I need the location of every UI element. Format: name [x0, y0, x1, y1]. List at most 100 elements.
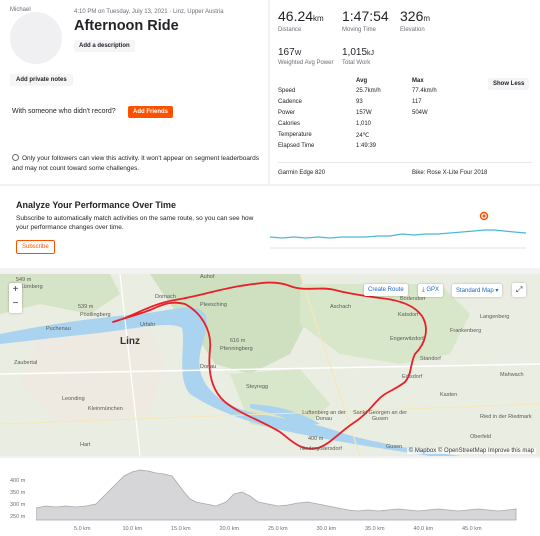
add-private-notes-button[interactable]: Add private notes [10, 74, 73, 86]
map-label: 616 m [230, 338, 246, 344]
map-label: Luftenberg an der Donau [302, 410, 346, 422]
stat-value: 1:47:54 [342, 8, 389, 24]
stat-row-avg: 25.7km/h [356, 88, 381, 94]
stat-row-avg: 24℃ [356, 133, 370, 139]
performance-card: Analyze Your Performance Over Time Subsc… [0, 186, 540, 268]
activity-summary-card: Michael 4:10 PM on Tuesday, July 13, 202… [0, 0, 268, 184]
elevation-area [36, 469, 517, 521]
fullscreen-button[interactable]: ⤢ [512, 283, 527, 297]
stat-row-max: 117 [412, 99, 422, 105]
activity-title[interactable]: Afternoon Ride [74, 18, 179, 34]
subscribe-button[interactable]: Subscribe [16, 240, 55, 254]
stat-row-label: Speed [278, 88, 296, 94]
stat-value: 326 [400, 8, 424, 24]
stats-card: 46.24km Distance 1:47:54 Moving Time 326… [270, 0, 540, 184]
map-label: 400 m [308, 436, 324, 442]
map-label: Dornach [155, 294, 176, 300]
gpx-label: GPX [426, 287, 439, 293]
elevation-chart[interactable]: 400 m 350 m 300 m 250 m 5.0 km 10.0 km 15.0 k… [0, 458, 540, 536]
stat-weighted-power: 167W Weighted Avg Power [278, 42, 334, 67]
elevation-x-tick: 10.0 km [122, 526, 143, 532]
map-label: Auhof [200, 274, 215, 280]
stat-value: 1,015 [342, 47, 368, 58]
map-label: Steyregg [246, 384, 269, 390]
create-route-button[interactable]: Create Route [364, 284, 408, 296]
stat-row-avg: 93 [356, 99, 363, 105]
zoom-in-button[interactable]: + [9, 283, 22, 297]
map-label: Pfenningberg [220, 346, 253, 352]
map-label: Engerwitzdorf [390, 336, 424, 342]
stat-row-avg: 157W [356, 110, 372, 116]
map-label: Pleesching [200, 302, 227, 308]
zoom-control: + − [9, 283, 22, 313]
stat-row-label: Elapsed Time [278, 143, 315, 149]
gpx-button[interactable]: ⤓ GPX [418, 284, 443, 297]
performance-text: Subscribe to automatically match activit… [16, 215, 254, 231]
elevation-profile [36, 469, 517, 521]
no-record-text: With someone who didn't record? [12, 108, 116, 115]
map-label: Kasten [440, 392, 458, 398]
map-type-label: Standard Map [456, 288, 494, 294]
performance-marker-center [482, 214, 486, 218]
map-label: 539 m [78, 304, 94, 310]
map-label: Kürnberg [20, 284, 43, 290]
map-label: Zaubertal [14, 360, 38, 366]
performance-line [269, 229, 527, 239]
stat-unit: kJ [367, 50, 375, 57]
stat-value: 46.24 [278, 8, 314, 24]
route-map[interactable]: 549 m Kürnberg Puchenau Pöstlingberg 539… [0, 274, 540, 456]
stat-row-label: Temperature [278, 132, 312, 138]
stat-distance: 46.24km Distance [278, 8, 324, 33]
bike-name: Bike: Rose X-Lite Four 2018 [412, 170, 488, 176]
add-friends-button[interactable]: Add Friends [128, 106, 174, 118]
add-description-button[interactable]: Add a description [74, 40, 135, 52]
privacy-note: Only your followers can view this activi… [12, 154, 262, 174]
stat-unit: km [313, 14, 324, 23]
zoom-out-button[interactable]: − [9, 297, 22, 311]
create-route-label: Create Route [368, 287, 404, 293]
elevation-x-tick: 20.0 km [219, 526, 240, 532]
stat-label: Weighted Avg Power [278, 60, 334, 66]
show-less-button[interactable]: Show Less [488, 78, 530, 90]
elevation-y-tick: 300 m [10, 502, 26, 508]
elevation-x-tick: 40.0 km [413, 526, 434, 532]
avatar[interactable] [10, 12, 62, 64]
map-label: Aschach [330, 304, 352, 310]
map-canvas[interactable] [0, 274, 540, 456]
column-header-max: Max [412, 78, 424, 84]
activity-meta: 4:10 PM on Tuesday, July 13, 2021 · Linz… [74, 9, 224, 15]
stat-row-max: 77.4km/h [412, 88, 437, 94]
map-label-city: Linz [120, 336, 140, 347]
performance-preview-chart [269, 211, 527, 249]
stat-label: Total Work [342, 60, 371, 66]
elevation-y-tick: 400 m [10, 478, 26, 484]
map-label: Ried in der Riedmark [480, 414, 532, 420]
elevation-x-tick: 35.0 km [365, 526, 385, 532]
elevation-x-tick: 25.0 km [268, 526, 288, 532]
map-label: Sankt Georgen an der Gusen [352, 410, 408, 422]
map-attribution[interactable]: © Mapbox © OpenStreetMap Improve this ma… [406, 448, 536, 454]
map-label: Niedergöllersdorf [300, 446, 342, 452]
map-type-select[interactable]: Standard Map ▾ [452, 284, 503, 297]
stat-moving-time: 1:47:54 Moving Time [342, 8, 389, 33]
elevation-x-tick: 5.0 km [74, 526, 91, 532]
stat-unit: m [423, 14, 431, 23]
divider [278, 162, 532, 163]
elevation-y-tick: 250 m [10, 514, 26, 520]
stat-label: Elevation [400, 27, 425, 33]
map-label: Standorf [420, 356, 441, 362]
map-label: Leonding [62, 396, 85, 402]
fullscreen-icon: ⤢ [516, 285, 523, 294]
performance-title: Analyze Your Performance Over Time [16, 200, 177, 210]
map-label: Hart [80, 442, 91, 448]
map-label: Mahwach [500, 372, 524, 378]
stat-elevation: 326m Elevation [400, 8, 430, 33]
map-label: Urfahr [140, 322, 156, 328]
lock-icon [12, 154, 19, 161]
map-label: Kleinmünchen [88, 406, 123, 412]
elevation-x-tick: 30.0 km [316, 526, 337, 532]
elevation-x-tick: 15.0 km [171, 526, 191, 532]
stat-total-work: 1,015kJ Total Work [342, 42, 374, 67]
chevron-down-icon: ▾ [495, 288, 499, 294]
stat-label: Distance [278, 27, 302, 33]
